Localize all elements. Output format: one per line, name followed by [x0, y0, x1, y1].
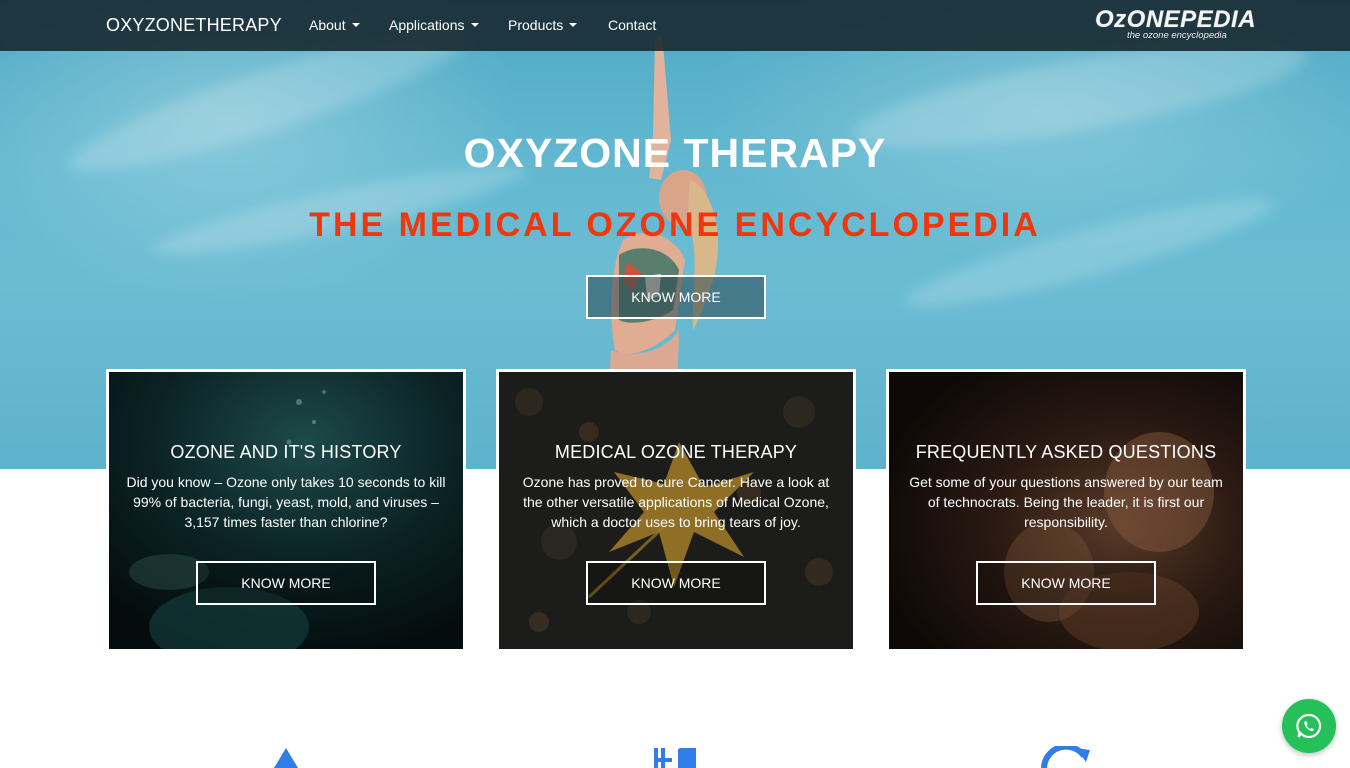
nav-item-label: Applications: [389, 17, 465, 33]
card-title: FREQUENTLY ASKED QUESTIONS: [915, 442, 1217, 462]
caret-down-icon: [470, 23, 479, 27]
flask-icon: [274, 748, 298, 768]
nav-item-label: About: [309, 17, 346, 33]
nav-item-label: Products: [508, 17, 564, 33]
card-know-more-button[interactable]: KNOW MORE: [196, 561, 376, 605]
top-navbar: OXYZONETHERAPY About Applications Produc…: [0, 0, 1350, 51]
nav-applications-dropdown[interactable]: Applications: [389, 17, 479, 33]
card-text: Ozone has proved to cure Cancer. Have a …: [522, 474, 830, 530]
refresh-icon: [1041, 746, 1090, 768]
logo-tagline: the ozone encyclopedia: [1127, 30, 1227, 41]
card-ozone-history: OZONE AND IT'S HISTORY Did you know – Oz…: [106, 369, 466, 652]
card-faq: FREQUENTLY ASKED QUESTIONS Get some of y…: [886, 369, 1246, 652]
card-title: OZONE AND IT'S HISTORY: [170, 442, 402, 462]
hero-title: OXYZONE THERAPY: [463, 130, 887, 176]
card-know-more-button[interactable]: KNOW MORE: [976, 561, 1156, 605]
card-medical-ozone-therapy: MEDICAL OZONE THERAPY Ozone has proved t…: [496, 369, 856, 652]
nav-about-dropdown[interactable]: About: [309, 17, 360, 33]
card-title: MEDICAL OZONE THERAPY: [554, 442, 798, 462]
caret-down-icon: [569, 23, 578, 27]
hero-know-more-button[interactable]: KNOW MORE: [586, 275, 766, 319]
whatsapp-chat-button[interactable]: [1282, 699, 1336, 753]
cloud-streak: [900, 181, 1280, 324]
utensils-icon: [654, 748, 696, 768]
card-text: Did you know – Ozone only takes 10 secon…: [126, 474, 446, 530]
nav-products-dropdown[interactable]: Products: [508, 17, 578, 33]
card-text: Get some of your questions answered by o…: [909, 474, 1223, 530]
caret-down-icon: [351, 23, 360, 27]
nav-contact-link[interactable]: Contact: [608, 17, 656, 33]
ozonepedia-logo[interactable]: OzONEPEDIA the ozone encyclopedia: [1095, 6, 1256, 44]
nav-item-label: Contact: [608, 17, 657, 33]
hero-subtitle: THE MEDICAL OZONE ENCYCLOPEDIA: [309, 206, 1041, 244]
brand-link[interactable]: OXYZONETHERAPY: [106, 15, 282, 36]
whatsapp-icon: [1296, 713, 1322, 739]
card-know-more-button[interactable]: KNOW MORE: [586, 561, 766, 605]
